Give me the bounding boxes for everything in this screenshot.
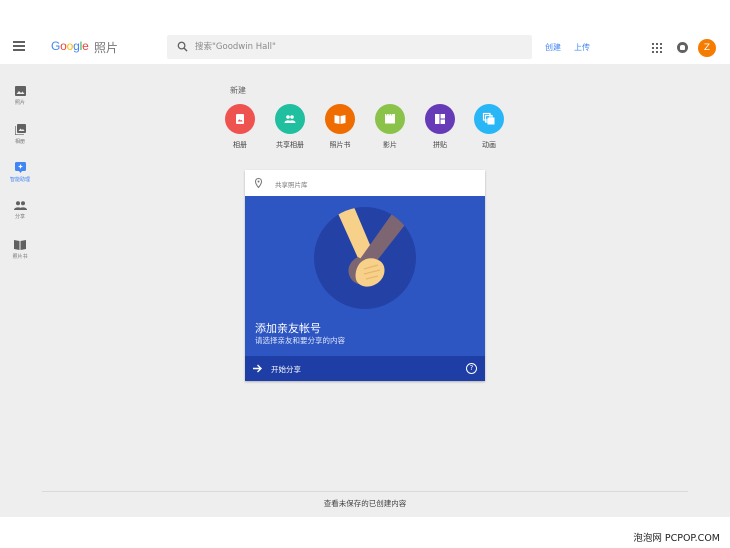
arrow-forward-icon: [253, 364, 262, 373]
shared-library-card: 共享照片库 添加亲友帐号 请选择亲友和要分享的内容 开始分享 ?: [245, 170, 485, 381]
create-animation-button[interactable]: 动画: [464, 104, 514, 150]
create-section-label: 新建: [230, 86, 246, 95]
create-photobook-circle: [325, 104, 355, 134]
top-bar: Google 照片 创建 上传 Z: [0, 30, 730, 64]
sidebar-item-label: 照片: [14, 100, 25, 106]
main-menu-icon[interactable]: [13, 41, 25, 51]
card-title: 添加亲友帐号: [255, 322, 321, 335]
location-pin-icon: [255, 178, 262, 188]
search-icon[interactable]: [177, 41, 188, 52]
sidebar-item-label: 照片书: [12, 254, 28, 260]
card-header: 共享照片库: [245, 170, 485, 196]
sidebar-item-label: 分享: [14, 214, 25, 220]
logo-letter: e: [82, 39, 89, 53]
shared-album-icon: [284, 115, 296, 123]
photobook-icon: [334, 115, 346, 124]
create-album-button[interactable]: 相册: [215, 104, 265, 150]
avatar[interactable]: Z: [698, 39, 716, 57]
upload-link[interactable]: 上传: [574, 42, 590, 53]
animation-icon: [482, 112, 495, 125]
product-name: 照片: [94, 41, 119, 55]
logo-letter: G: [51, 39, 61, 53]
holding-hands-illustration: [336, 207, 408, 287]
sidebar-item-label: 相册: [14, 139, 25, 145]
card-hero: 添加亲友帐号 请选择亲友和要分享的内容: [245, 196, 485, 356]
assistant-icon: [14, 162, 26, 173]
photobook-icon: [14, 240, 26, 250]
sidebar-item-label: 智能助理: [9, 177, 30, 183]
sidebar-item-assistant[interactable]: 智能助理: [0, 162, 40, 183]
create-label: 共享相册: [276, 141, 304, 149]
hero-illustration-circle: [314, 207, 416, 309]
main-content: 照片 相册 智能助理 分享 照片书 新建 相册 共享相册 照片书 影片 拼贴 动…: [0, 64, 730, 517]
watermark: 泡泡网 PCPOP.COM: [633, 533, 720, 544]
create-label: 拼贴: [433, 141, 447, 149]
create-label: 动画: [482, 141, 496, 149]
create-collage-button[interactable]: 拼贴: [415, 104, 465, 150]
top-margin: [0, 0, 730, 30]
create-link[interactable]: 创建: [545, 42, 561, 53]
help-icon[interactable]: ?: [466, 363, 477, 374]
sidebar-item-photobooks[interactable]: 照片书: [0, 239, 40, 260]
search-bar[interactable]: [167, 35, 532, 59]
create-label: 影片: [383, 141, 397, 149]
create-shared-album-button[interactable]: 共享相册: [265, 104, 315, 150]
start-sharing-label: 开始分享: [271, 365, 301, 374]
sidebar-item-albums[interactable]: 相册: [0, 124, 40, 145]
create-label: 照片书: [329, 141, 351, 149]
google-logo[interactable]: Google: [51, 39, 89, 53]
view-unsaved-creations-link[interactable]: 查看未保存的已创建内容: [0, 498, 730, 509]
people-icon: [13, 201, 27, 210]
start-sharing-button[interactable]: 开始分享 ?: [245, 356, 485, 381]
movie-icon: [385, 114, 395, 124]
sidebar-item-sharing[interactable]: 分享: [0, 201, 40, 220]
album-icon: [236, 114, 244, 124]
collage-icon: [435, 114, 445, 124]
sidebar-item-photos[interactable]: 照片: [0, 86, 40, 106]
create-animation-circle: [474, 104, 504, 134]
album-icon: [14, 124, 26, 135]
app-root: Google 照片 创建 上传 Z 照片 相册 智能助理: [0, 0, 730, 548]
create-movie-button[interactable]: 影片: [365, 104, 415, 150]
divider: [42, 491, 688, 492]
card-subtitle: 请选择亲友和要分享的内容: [255, 336, 345, 345]
search-input[interactable]: [195, 38, 515, 56]
card-header-text: 共享照片库: [275, 181, 308, 189]
create-album-circle: [225, 104, 255, 134]
create-movie-circle: [375, 104, 405, 134]
create-collage-circle: [425, 104, 455, 134]
create-photobook-button[interactable]: 照片书: [315, 104, 365, 150]
notifications-icon[interactable]: [677, 42, 688, 53]
photo-icon: [14, 86, 26, 96]
apps-grid-icon[interactable]: [652, 43, 662, 53]
create-label: 相册: [233, 141, 247, 149]
create-shared-album-circle: [275, 104, 305, 134]
